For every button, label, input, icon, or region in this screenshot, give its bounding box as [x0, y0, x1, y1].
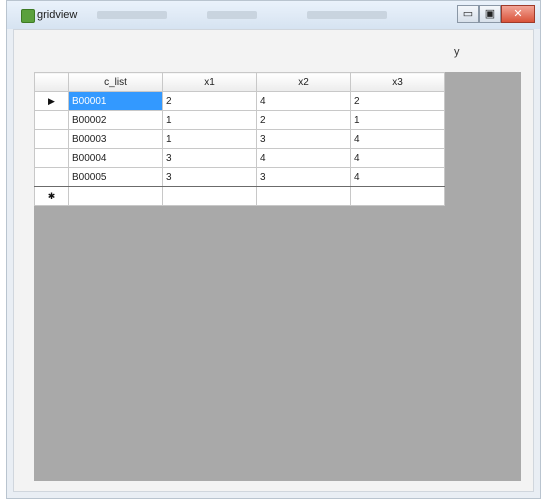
row-indicator[interactable]: [34, 148, 69, 168]
grid-cell[interactable]: 3: [256, 167, 351, 187]
grid-cell[interactable]: 4: [256, 91, 351, 111]
grid-cell[interactable]: 2: [162, 91, 257, 111]
corner-header[interactable]: [34, 72, 69, 92]
table-row[interactable]: ▶ B00001 2 4 2: [34, 91, 445, 111]
grid-cell[interactable]: B00001: [68, 91, 163, 111]
table-row[interactable]: B00002 1 2 1: [34, 110, 445, 130]
grid-cell[interactable]: 4: [350, 148, 445, 168]
new-row[interactable]: ✱: [34, 186, 445, 206]
column-header[interactable]: x3: [350, 72, 445, 92]
row-indicator[interactable]: [34, 110, 69, 130]
table-row[interactable]: B00005 3 3 4: [34, 167, 445, 187]
form-client-area: y c_list x1 x2 x3 ▶ B00001 2 4 2 B00002 …: [13, 29, 534, 492]
grid-cell[interactable]: 3: [256, 129, 351, 149]
column-header[interactable]: c_list: [68, 72, 163, 92]
taskbar-tab[interactable]: [307, 11, 387, 19]
minimize-button[interactable]: ▭: [457, 5, 479, 23]
grid-cell[interactable]: 1: [162, 110, 257, 130]
grid-cell[interactable]: 4: [350, 129, 445, 149]
app-window: gridview ▭ ▣ ✕ y c_list x1 x2 x3 ▶ B0000…: [6, 0, 541, 499]
row-indicator[interactable]: ▶: [34, 91, 69, 111]
grid-cell[interactable]: 4: [350, 167, 445, 187]
maximize-button[interactable]: ▣: [479, 5, 501, 23]
header-row: c_list x1 x2 x3: [34, 72, 445, 92]
app-icon: [21, 9, 35, 23]
column-header[interactable]: x2: [256, 72, 351, 92]
grid-cell[interactable]: [68, 186, 163, 206]
grid-cell[interactable]: 3: [162, 167, 257, 187]
grid-cell[interactable]: 1: [162, 129, 257, 149]
grid-cell[interactable]: 4: [256, 148, 351, 168]
grid-cell[interactable]: B00003: [68, 129, 163, 149]
grid-cell[interactable]: B00005: [68, 167, 163, 187]
grid-table: c_list x1 x2 x3 ▶ B00001 2 4 2 B00002 1 …: [34, 72, 445, 206]
grid-cell[interactable]: [256, 186, 351, 206]
form-mark: y: [454, 46, 460, 58]
taskbar-tab[interactable]: [207, 11, 257, 19]
table-row[interactable]: B00003 1 3 4: [34, 129, 445, 149]
table-row[interactable]: B00004 3 4 4: [34, 148, 445, 168]
close-button[interactable]: ✕: [501, 5, 535, 23]
grid-cell[interactable]: 1: [350, 110, 445, 130]
grid-cell[interactable]: B00004: [68, 148, 163, 168]
grid-cell[interactable]: 2: [350, 91, 445, 111]
row-indicator[interactable]: [34, 167, 69, 187]
title-bar[interactable]: gridview ▭ ▣ ✕: [7, 1, 540, 29]
grid-cell[interactable]: 2: [256, 110, 351, 130]
taskbar-tab[interactable]: [97, 11, 167, 19]
row-indicator[interactable]: [34, 129, 69, 149]
new-row-indicator[interactable]: ✱: [34, 186, 69, 206]
grid-cell[interactable]: B00002: [68, 110, 163, 130]
grid-cell[interactable]: [350, 186, 445, 206]
column-header[interactable]: x1: [162, 72, 257, 92]
data-grid[interactable]: c_list x1 x2 x3 ▶ B00001 2 4 2 B00002 1 …: [34, 72, 521, 481]
grid-cell[interactable]: [162, 186, 257, 206]
grid-cell[interactable]: 3: [162, 148, 257, 168]
window-title: gridview: [37, 9, 78, 21]
